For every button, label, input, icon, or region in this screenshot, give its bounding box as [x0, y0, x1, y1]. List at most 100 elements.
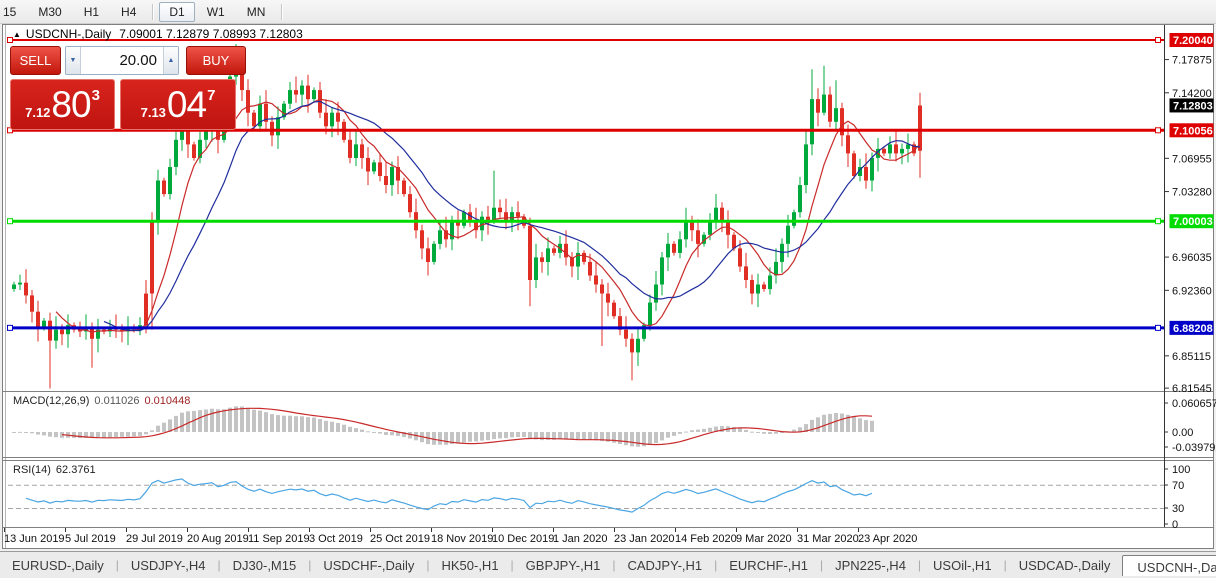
candle	[354, 144, 358, 158]
candle	[162, 180, 166, 195]
hline-handle[interactable]	[7, 218, 13, 225]
tab-usdcad-daily[interactable]: USDCAD-,Daily	[1007, 554, 1123, 577]
timeframe-button-H4[interactable]: H4	[111, 2, 146, 22]
timeframe-button-MN[interactable]: MN	[237, 2, 276, 22]
volume-decrease-icon[interactable]: ▼	[66, 47, 81, 74]
candle	[498, 207, 502, 213]
candle	[150, 221, 154, 294]
candle	[834, 108, 838, 122]
candle	[432, 243, 436, 262]
candle	[882, 148, 886, 154]
price-badge-text: 6.88208	[1173, 323, 1213, 335]
hline-handle[interactable]	[1155, 127, 1161, 134]
candle	[720, 207, 724, 222]
sell-price-prefix: 7.12	[25, 105, 51, 120]
volume-input[interactable]	[81, 47, 163, 74]
date-label: 29 Jul 2019	[126, 533, 183, 545]
candle	[174, 139, 178, 167]
candle	[168, 167, 172, 195]
candle	[288, 90, 292, 104]
tab-jpn225-h4[interactable]: JPN225-,H4	[823, 554, 918, 577]
candle	[714, 207, 718, 222]
current-price-text: 7.12803	[1173, 100, 1213, 112]
candle	[786, 225, 790, 244]
tab-gbpjpy-h1[interactable]: GBPJPY-,H1	[514, 554, 613, 577]
timeframe-button-15[interactable]: 15	[0, 2, 26, 22]
candle	[582, 252, 586, 262]
tab-cadjpy-h1[interactable]: CADJPY-,H1	[615, 554, 714, 577]
candle	[894, 144, 898, 154]
hline-handle[interactable]	[1155, 37, 1161, 43]
candle	[330, 112, 334, 127]
candle	[846, 135, 850, 154]
candle	[648, 302, 652, 326]
tab-hk50-h1[interactable]: HK50-,H1	[429, 554, 510, 577]
candle	[438, 230, 442, 244]
candle	[54, 329, 58, 341]
sell-button[interactable]: SELL	[10, 46, 61, 75]
date-label: 9 Mar 2020	[736, 533, 792, 545]
buy-price-tile[interactable]: 7.13 04 7	[120, 79, 236, 130]
symbol-tab-bar: EURUSD-,Daily | USDJPY-,H4 | DJ30-,M15 | USDCH…	[0, 551, 1216, 578]
candle	[888, 144, 892, 154]
buy-price-big: 04	[166, 83, 207, 125]
timeframe-toolbar: 15 M30 H1 H4 D1 W1 MN	[0, 0, 1216, 24]
candle	[852, 153, 856, 176]
hline-handle[interactable]	[1155, 218, 1161, 225]
volume-increase-icon[interactable]: ▲	[163, 47, 178, 74]
candle	[348, 139, 352, 158]
candle	[60, 329, 64, 335]
candle	[366, 157, 370, 172]
tab-dj30-m15[interactable]: DJ30-,M15	[221, 554, 309, 577]
timeframe-button-H1[interactable]: H1	[74, 2, 109, 22]
hline-handle[interactable]	[1155, 324, 1161, 331]
candle	[12, 284, 16, 289]
timeframe-button-D1[interactable]: D1	[159, 1, 195, 22]
candle	[816, 99, 820, 113]
date-label: 14 Feb 2020	[675, 533, 737, 545]
candle	[204, 130, 208, 140]
candle	[360, 144, 364, 158]
tab-eurusd-daily[interactable]: EURUSD-,Daily	[0, 554, 116, 577]
candle	[804, 144, 808, 186]
tab-usdjpy-h4[interactable]: USDJPY-,H4	[119, 554, 218, 577]
candle	[906, 144, 910, 149]
chart-title: ▲ USDCNH-,Daily 7.09001 7.12879 7.08993 7.…	[13, 27, 303, 41]
price-tick-label: 6.92360	[1172, 285, 1212, 297]
price-badge-text: 7.20040	[1173, 35, 1213, 47]
candle	[588, 261, 592, 276]
candle	[612, 302, 616, 317]
hline-handle[interactable]	[7, 324, 13, 331]
timeframe-button-M30[interactable]: M30	[28, 2, 71, 22]
tab-usdchf-daily[interactable]: USDCHF-,Daily	[311, 554, 426, 577]
hline-handle[interactable]	[7, 37, 13, 43]
date-label: 5 Jul 2019	[65, 533, 116, 545]
candle	[480, 216, 484, 231]
candle	[384, 176, 388, 185]
tab-eurchf-h1[interactable]: EURCHF-,H1	[717, 554, 820, 577]
candle	[402, 180, 406, 195]
candle	[252, 112, 256, 127]
candle	[624, 329, 628, 339]
candle	[372, 162, 376, 172]
candle	[246, 90, 250, 113]
tab-usoil-h1[interactable]: USOil-,H1	[921, 554, 1004, 577]
candle	[870, 157, 874, 181]
date-label: 20 Aug 2019	[187, 533, 249, 545]
candle	[312, 90, 316, 100]
candle	[294, 90, 298, 95]
candle	[540, 257, 544, 262]
macd-name: MACD(12,26,9)	[13, 395, 90, 407]
rsi-label: RSI(14) 62.3761	[13, 464, 96, 476]
price-tick-label: 6.96035	[1172, 252, 1212, 264]
trade-panel-price-row: 7.12 80 3 7.13 04 7	[10, 79, 236, 130]
buy-button[interactable]: BUY	[186, 46, 246, 75]
sell-price-tile[interactable]: 7.12 80 3	[10, 79, 116, 130]
candle	[462, 212, 466, 226]
toolbar-separator	[152, 3, 154, 20]
tab-usdcnh-daily[interactable]: USDCNH-,Daily	[1122, 555, 1216, 576]
timeframe-button-W1[interactable]: W1	[197, 2, 235, 22]
date-label: 23 Apr 2020	[858, 533, 917, 545]
rsi-name: RSI(14)	[13, 464, 51, 476]
collapse-triangle-icon[interactable]: ▲	[13, 30, 21, 39]
